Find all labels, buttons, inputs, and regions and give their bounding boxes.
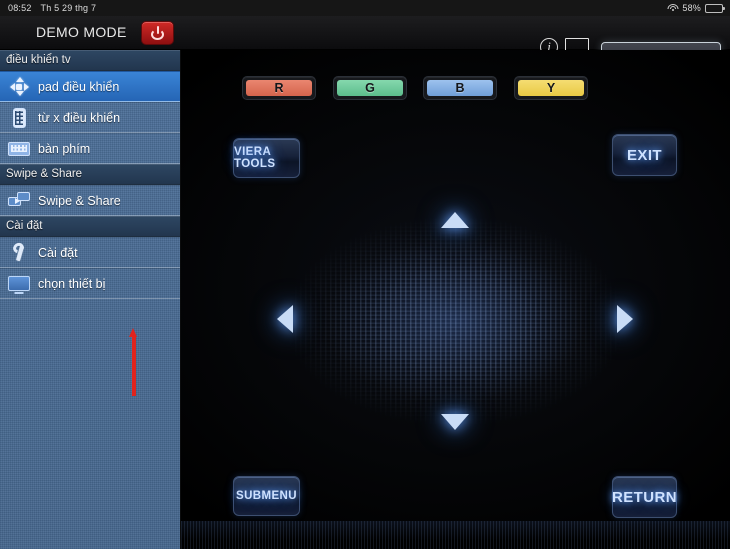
sidebar-item-label: chọn thiết bị [38,276,106,291]
sidebar-item-tu-x-dieu-khien[interactable]: từ x điều khiển [0,102,180,133]
sidebar-item-label: pad điều khiển [38,79,120,94]
sidebar-item-label: từ x điều khiển [38,110,121,125]
arrow-down-icon[interactable] [441,414,469,430]
app-screen: 08:52 Th 5 29 thg 7 58% DEMO MODE i ✕ đi… [0,0,730,549]
battery-percent-label: 58% [682,3,701,13]
bottom-texture-strip [181,521,730,549]
dpad-mesh-texture [275,210,635,432]
status-bar: 08:52 Th 5 29 thg 7 58% [0,0,730,16]
keyboard-icon [0,141,38,156]
wrench-icon [0,240,38,262]
color-button-blue[interactable]: B [423,76,497,100]
sidebar-item-label: bàn phím [38,141,91,156]
battery-icon [705,3,725,13]
arrow-up-icon[interactable] [441,212,469,228]
swipe-share-icon [0,192,38,209]
sidebar-item-label: Swipe & Share [38,193,121,208]
color-button-label: B [427,80,493,96]
remote-control-panel: R G B Y VIERA TOOLS EXIT SUBMENU RETURN [181,50,730,549]
power-button[interactable] [141,21,174,45]
sidebar-item-label: Cài đặt [38,245,78,260]
dpad-touchpad[interactable] [275,210,635,432]
sidebar-item-pad-dieu-khien[interactable]: pad điều khiển [0,71,180,102]
remote-icon [0,107,38,128]
wifi-icon [667,3,679,13]
color-button-label: Y [518,80,584,96]
sidebar-section-tv-control: điều khiển tv [0,50,180,71]
sidebar-item-ban-phim[interactable]: bàn phím [0,133,180,164]
arrow-right-icon[interactable] [617,305,633,333]
app-header: DEMO MODE i ✕ [0,16,730,134]
viera-tools-button[interactable]: VIERA TOOLS [233,138,300,178]
sidebar-item-cai-dat[interactable]: Cài đặt [0,237,180,268]
color-button-label: R [246,80,312,96]
submenu-button[interactable]: SUBMENU [233,476,300,516]
status-bar-right: 58% [667,3,730,13]
sidebar-section-swipe-share: Swipe & Share [0,164,180,185]
dpad-icon [0,77,38,96]
page-title: DEMO MODE [36,24,127,40]
status-date: Th 5 29 thg 7 [40,3,97,13]
exit-button[interactable]: EXIT [612,134,677,176]
color-button-label: G [337,80,403,96]
red-arrow-annotation [129,328,138,396]
status-time: 08:52 [8,3,32,13]
color-button-green[interactable]: G [333,76,407,100]
status-bar-left: 08:52 Th 5 29 thg 7 [0,3,96,13]
color-button-red[interactable]: R [242,76,316,100]
return-button[interactable]: RETURN [612,476,677,518]
color-button-yellow[interactable]: Y [514,76,588,100]
arrow-left-icon[interactable] [277,305,293,333]
power-icon [151,25,164,40]
sidebar-item-chon-thiet-bi[interactable]: chọn thiết bị [0,268,180,299]
tv-icon [0,276,38,291]
sidebar-item-swipe-share[interactable]: Swipe & Share [0,185,180,216]
sidebar: điều khiển tv pad điều khiển từ x điều k… [0,50,181,549]
sidebar-section-cai-dat: Cài đặt [0,216,180,237]
